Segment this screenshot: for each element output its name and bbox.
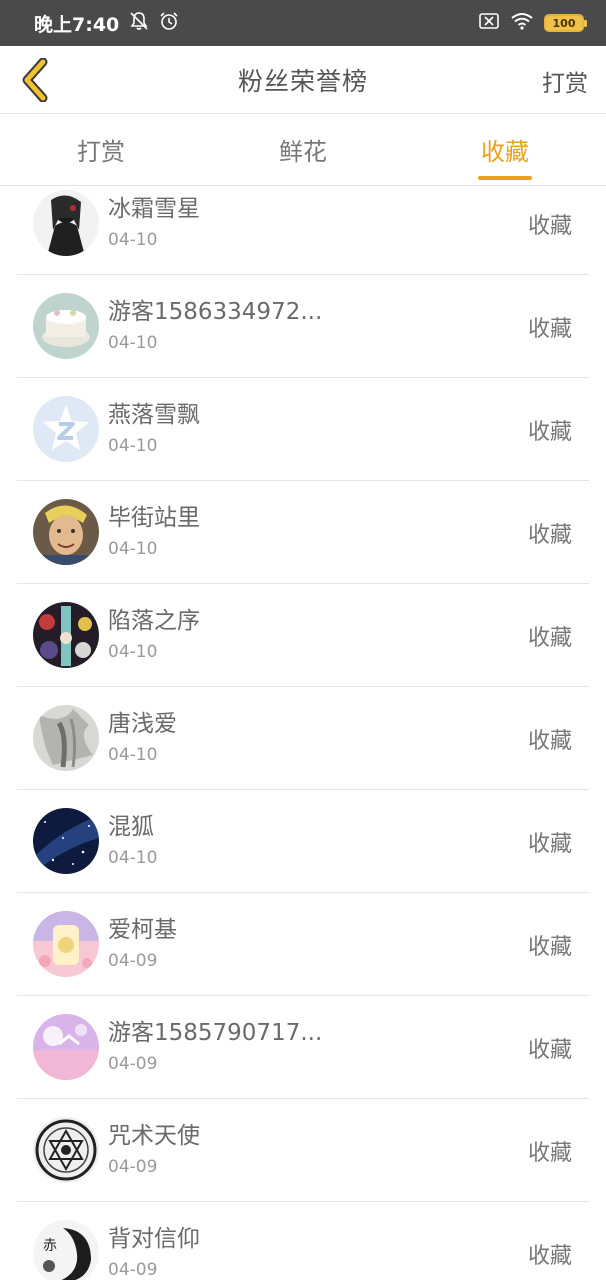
fan-name: 冰霜雪星 xyxy=(108,196,200,222)
fan-name: 陷落之序 xyxy=(108,608,200,634)
list-item[interactable]: 毕街站里 04-10 收藏 xyxy=(17,481,589,584)
fan-name: 背对信仰 xyxy=(108,1226,200,1252)
avatar xyxy=(33,911,99,977)
fan-date: 04-10 xyxy=(108,333,158,353)
tab-reward[interactable]: 打赏 xyxy=(0,114,202,185)
avatar xyxy=(33,602,99,668)
reward-button[interactable]: 打赏 xyxy=(542,64,588,98)
avatar xyxy=(33,293,99,359)
avatar xyxy=(33,499,99,565)
avatar xyxy=(33,1014,99,1080)
sim-blocked-icon xyxy=(478,12,500,34)
wifi-icon xyxy=(510,12,534,34)
list-item[interactable]: 赤 背对信仰 04-09 收藏 xyxy=(17,1202,589,1280)
fan-date: 04-10 xyxy=(108,642,158,662)
avatar xyxy=(33,1117,99,1183)
chevron-left-icon xyxy=(22,58,48,102)
battery-icon: 100 xyxy=(544,14,587,32)
fan-type: 收藏 xyxy=(527,1244,572,1269)
fan-type: 收藏 xyxy=(527,729,572,754)
list-item[interactable]: 咒术天使 04-09 收藏 xyxy=(17,1099,589,1202)
fan-date: 04-09 xyxy=(108,1260,158,1280)
fan-type: 收藏 xyxy=(527,420,572,445)
tab-favorites[interactable]: 收藏 xyxy=(404,114,606,185)
tab-flowers[interactable]: 鲜花 xyxy=(202,114,404,185)
page-title: 粉丝荣誉榜 xyxy=(237,66,368,96)
list-item[interactable]: 燕落雪飘 04-10 收藏 xyxy=(17,378,589,481)
fan-type: 收藏 xyxy=(527,626,572,651)
list-item[interactable]: 陷落之序 04-10 收藏 xyxy=(17,584,589,687)
list-item[interactable]: 游客1586334972... 04-10 收藏 xyxy=(17,275,589,378)
fan-date: 04-10 xyxy=(108,745,158,765)
avatar xyxy=(33,808,99,874)
list-item[interactable]: 爱柯基 04-09 收藏 xyxy=(17,893,589,996)
fan-name: 游客1585790717... xyxy=(108,1020,323,1046)
status-time: 晚上7:40 xyxy=(34,13,120,36)
fan-name: 爱柯基 xyxy=(108,917,177,943)
fan-date: 04-09 xyxy=(108,951,158,971)
fan-date: 04-10 xyxy=(108,436,158,456)
avatar xyxy=(33,705,99,771)
list-item[interactable]: 游客1585790717... 04-09 收藏 xyxy=(17,996,589,1099)
list-item[interactable]: 冰霜雪星 04-10 收藏 xyxy=(17,186,589,275)
fan-date: 04-09 xyxy=(108,1157,158,1177)
notifications-muted-icon xyxy=(129,11,149,36)
fan-type: 收藏 xyxy=(527,935,572,960)
avatar xyxy=(33,190,99,256)
back-button[interactable] xyxy=(10,54,60,106)
fan-type: 收藏 xyxy=(527,214,572,239)
list-item[interactable]: 唐浅爱 04-10 收藏 xyxy=(17,687,589,790)
status-bar: 晚上7:40 100 xyxy=(0,0,606,46)
status-left: 晚上7:40 xyxy=(34,10,179,37)
fan-name: 燕落雪飘 xyxy=(108,402,200,428)
alarm-icon xyxy=(159,11,179,36)
fan-date: 04-10 xyxy=(108,230,158,250)
header: 粉丝荣誉榜 打赏 xyxy=(0,46,606,114)
fan-type: 收藏 xyxy=(527,523,572,548)
fan-name: 咒术天使 xyxy=(108,1123,200,1149)
fan-type: 收藏 xyxy=(527,1141,572,1166)
fan-name: 游客1586334972... xyxy=(108,299,323,325)
fan-date: 04-10 xyxy=(108,848,158,868)
fan-date: 04-09 xyxy=(108,1054,158,1074)
avatar: 赤 xyxy=(33,1220,99,1280)
fan-type: 收藏 xyxy=(527,1038,572,1063)
fan-list: 冰霜雪星 04-10 收藏 游客1586334972... 04-10 收藏 燕… xyxy=(0,186,606,1280)
fan-name: 毕街站里 xyxy=(108,505,200,531)
avatar xyxy=(33,396,99,462)
fan-name: 唐浅爱 xyxy=(108,711,177,737)
fan-type: 收藏 xyxy=(527,317,572,342)
tab-bar: 打赏 鲜花 收藏 xyxy=(0,114,606,186)
svg-text:赤: 赤 xyxy=(43,1238,57,1254)
status-right: 100 xyxy=(478,12,587,34)
list-item[interactable]: 混狐 04-10 收藏 xyxy=(17,790,589,893)
fan-date: 04-10 xyxy=(108,539,158,559)
fan-type: 收藏 xyxy=(527,832,572,857)
fan-name: 混狐 xyxy=(108,814,154,840)
